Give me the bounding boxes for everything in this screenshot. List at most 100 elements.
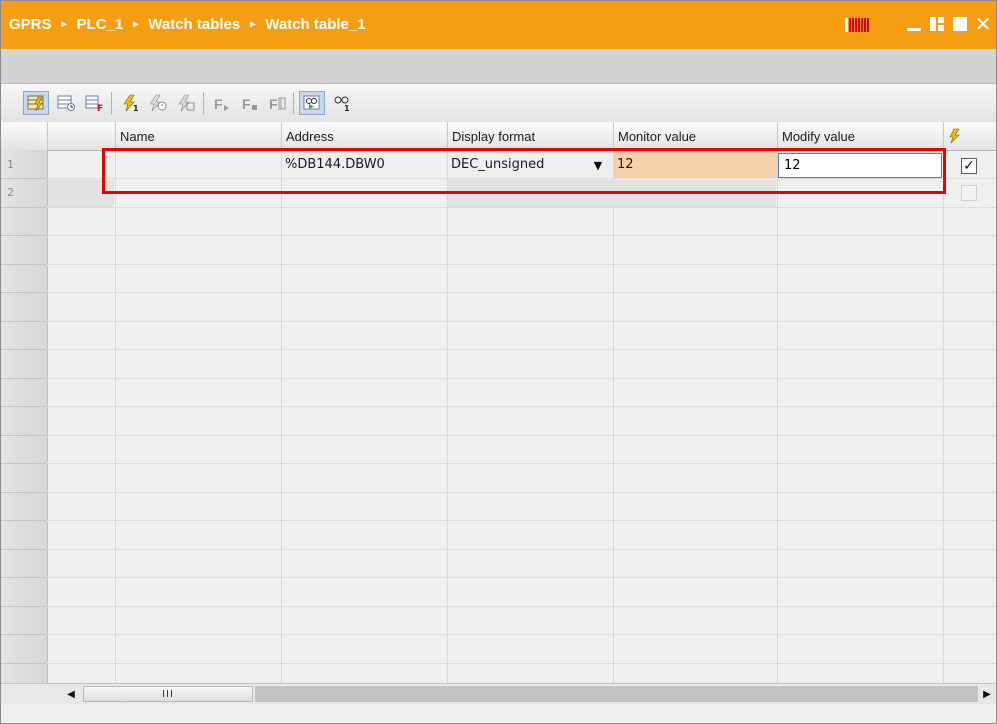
enable-peripheral-outputs-icon[interactable]: [173, 91, 199, 115]
checkmark-icon: ✓: [963, 158, 975, 174]
breadcrumb-device[interactable]: PLC_1: [77, 16, 124, 33]
breadcrumb-folder[interactable]: Watch tables: [148, 16, 240, 33]
force-icon[interactable]: F: [209, 91, 235, 115]
grid-line: [281, 150, 282, 704]
row-header-line: [1, 577, 47, 578]
grid-line: [47, 606, 996, 607]
row-header-line: [1, 321, 47, 322]
row-header-line: [1, 435, 47, 436]
grid-line: [613, 150, 614, 704]
grid-line: [777, 150, 778, 704]
scroll-left-button[interactable]: ◀: [63, 686, 79, 702]
online-status-icon: [845, 16, 870, 32]
row-header-column: [1, 150, 48, 704]
table-header: Name Address Display format Monitor valu…: [1, 122, 996, 151]
svg-text:F: F: [214, 96, 223, 112]
monitor-all-icon[interactable]: [299, 91, 325, 115]
title-bar: GPRS ▸ PLC_1 ▸ Watch tables ▸ Watch tabl…: [1, 1, 996, 49]
breadcrumb-project[interactable]: GPRS: [9, 16, 52, 33]
stop-force-icon[interactable]: F: [265, 91, 291, 115]
dropdown-arrow-icon: ▼: [593, 158, 603, 172]
svg-text:F: F: [97, 104, 103, 112]
column-header-modify-value[interactable]: Modify value: [777, 122, 943, 150]
grid-line: [115, 150, 116, 704]
scroll-thumb[interactable]: III: [83, 686, 253, 702]
grid-line: [47, 235, 996, 236]
column-header-monitor-value[interactable]: Monitor value: [613, 122, 777, 150]
row-header-line: [1, 634, 47, 635]
minimize-button[interactable]: [905, 15, 923, 33]
row-header-line: [1, 349, 47, 350]
row-header-line: [1, 463, 47, 464]
svg-text:1: 1: [133, 104, 139, 112]
svg-text:F: F: [269, 96, 278, 112]
row-header-line: [1, 663, 47, 664]
watch-table-window: GPRS ▸ PLC_1 ▸ Watch tables ▸ Watch tabl…: [0, 0, 997, 724]
float-button[interactable]: [928, 15, 946, 33]
breadcrumb-separator-icon: ▸: [250, 18, 256, 30]
column-header-display-format[interactable]: Display format: [447, 122, 613, 150]
window-controls: ✕: [845, 1, 996, 47]
float-icon: [930, 17, 944, 31]
modify-checkbox[interactable]: [961, 185, 977, 201]
display-format-cell[interactable]: DEC_unsigned: [447, 151, 583, 178]
address-cell[interactable]: %DB144.DBW0: [281, 151, 447, 178]
monitor-now-icon[interactable]: 1: [329, 91, 355, 115]
svg-text:1: 1: [344, 104, 350, 112]
close-button[interactable]: ✕: [974, 14, 992, 34]
row-header-line: [1, 606, 47, 607]
insert-comment-row-icon[interactable]: F: [81, 91, 107, 115]
watch-table-grid: Name Address Display format Monitor valu…: [1, 122, 996, 704]
scroll-right-button[interactable]: ▶: [980, 686, 994, 702]
insert-row-icon[interactable]: [23, 91, 49, 115]
breadcrumb: GPRS ▸ PLC_1 ▸ Watch tables ▸ Watch tabl…: [9, 1, 366, 47]
breadcrumb-separator-icon: ▸: [133, 18, 139, 30]
column-header-modify-flag[interactable]: [943, 122, 996, 150]
force-all-icon[interactable]: F: [237, 91, 263, 115]
row-header-line: [1, 292, 47, 293]
display-format-dropdown[interactable]: ▼: [583, 153, 613, 177]
grid-line: [47, 549, 996, 550]
scroll-track[interactable]: [255, 686, 978, 702]
row-header-line: [1, 549, 47, 550]
svg-text:F: F: [242, 96, 251, 112]
grid-line: [47, 577, 996, 578]
minimize-icon: [907, 27, 921, 31]
address-cell[interactable]: [281, 179, 447, 206]
name-cell[interactable]: [115, 179, 281, 206]
row-header-line: [1, 378, 47, 379]
column-header-selector[interactable]: [47, 122, 115, 150]
table-row[interactable]: 2: [1, 179, 996, 207]
modify-value-input[interactable]: 12: [778, 153, 942, 178]
row-number: 2: [7, 186, 14, 199]
grid-line: [47, 406, 996, 407]
column-header-name[interactable]: Name: [115, 122, 281, 150]
row-header-line: [1, 235, 47, 236]
modify-checkbox[interactable]: ✓: [961, 158, 977, 174]
grid-line: [447, 150, 448, 704]
grid-line: [47, 378, 996, 379]
grid-line: [47, 492, 996, 493]
editor-tab-strip: [1, 49, 996, 84]
grid-line: [47, 207, 996, 208]
modify-with-trigger-icon[interactable]: [145, 91, 171, 115]
grid-line: [47, 463, 996, 464]
modify-now-icon[interactable]: 1: [117, 91, 143, 115]
row-number: 1: [7, 158, 14, 171]
horizontal-scrollbar[interactable]: ◀ III ▶: [1, 683, 996, 704]
table-row[interactable]: 1 %DB144.DBW0 DEC_unsigned ▼ 12 12 ✓: [1, 151, 996, 179]
grid-line: [47, 663, 996, 664]
maximize-button[interactable]: [951, 15, 969, 33]
grid-line: [47, 634, 996, 635]
add-row-icon[interactable]: [53, 91, 79, 115]
column-header-address[interactable]: Address: [281, 122, 447, 150]
breadcrumb-separator-icon: ▸: [61, 18, 67, 30]
row-header-line: [1, 264, 47, 265]
row-selector-cell[interactable]: [48, 180, 114, 207]
maximize-icon: [953, 17, 967, 31]
monitor-value-cell: 12: [613, 151, 777, 178]
name-cell[interactable]: [115, 151, 281, 178]
row-header-line: [1, 520, 47, 521]
grid-line: [47, 520, 996, 521]
grid-line: [47, 264, 996, 265]
